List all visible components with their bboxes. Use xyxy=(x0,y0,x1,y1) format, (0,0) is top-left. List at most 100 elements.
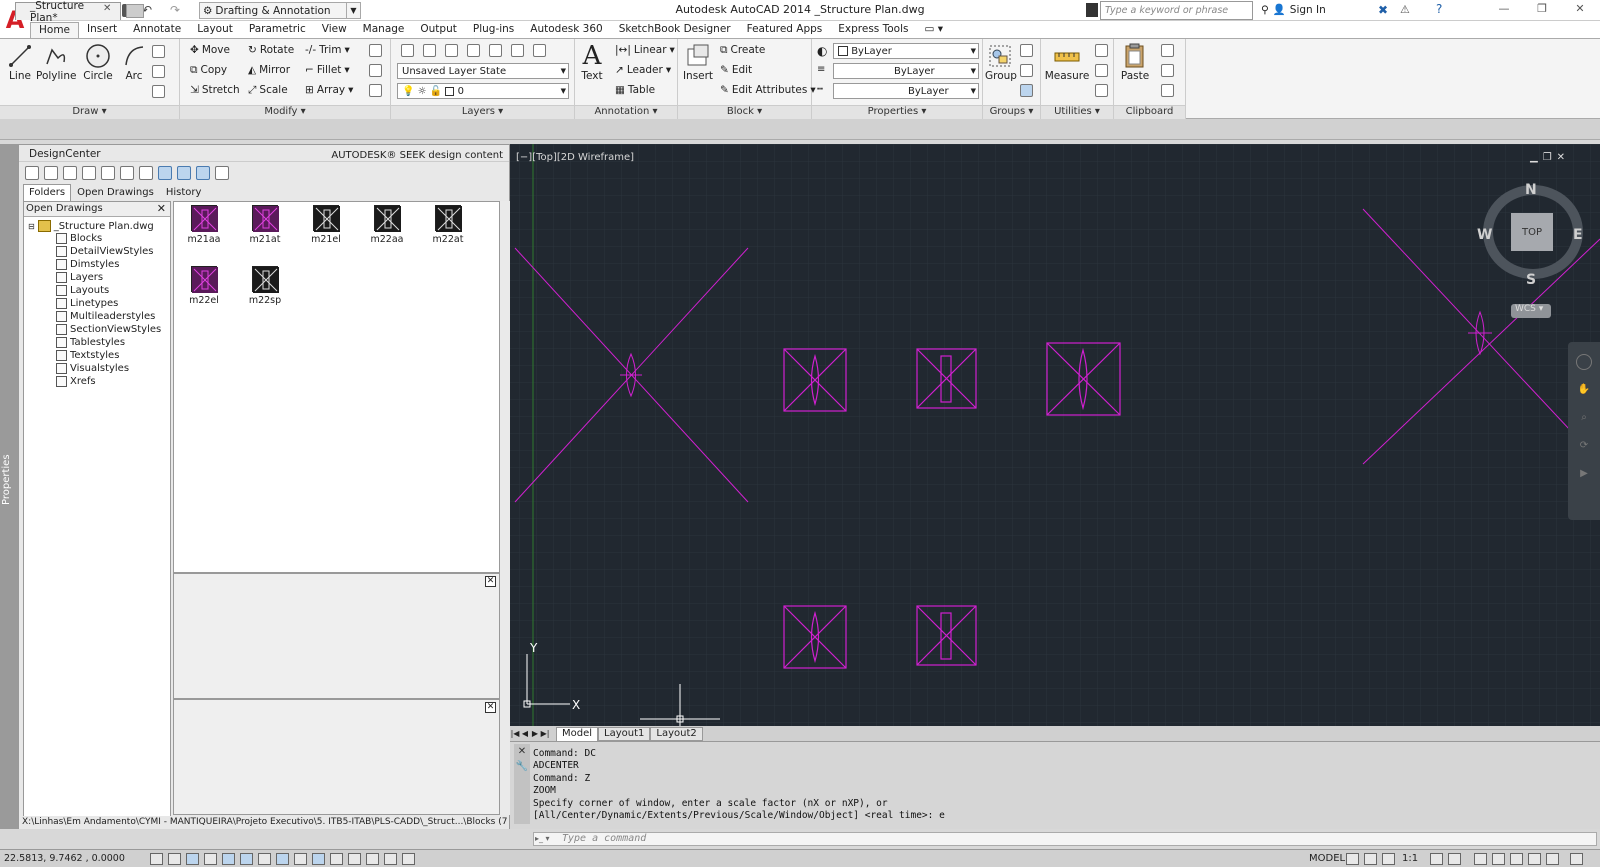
transparency-icon[interactable] xyxy=(348,853,361,865)
tab-history[interactable]: History xyxy=(160,184,208,201)
panel-layers-title[interactable]: Layers ▾ xyxy=(391,105,574,119)
block-thumbnail-m21aa[interactable]: m21aa xyxy=(184,205,224,245)
move-button[interactable]: ✥ Move xyxy=(190,42,230,58)
favorites-icon[interactable] xyxy=(120,166,134,180)
ribbon-tab-parametric[interactable]: Parametric xyxy=(241,22,314,38)
quick-view-drawings-icon[interactable] xyxy=(1364,853,1377,865)
preview-toggle-icon[interactable] xyxy=(177,166,191,180)
create-block-button[interactable]: ⧉ Create xyxy=(720,42,765,58)
ellipse-icon[interactable] xyxy=(152,85,165,98)
tree-item-visualstyles[interactable]: Visualstyles xyxy=(56,363,129,374)
annotation-scale-icon[interactable] xyxy=(1382,853,1395,865)
viewport-close-icon[interactable]: ✕ xyxy=(1557,152,1565,163)
compass-east[interactable]: E xyxy=(1573,227,1583,243)
panel-properties-title[interactable]: Properties ▾ xyxy=(812,105,982,119)
lineweight-toggle-icon[interactable] xyxy=(330,853,343,865)
scale-button[interactable]: ⤢ Scale xyxy=(248,82,288,98)
up-icon[interactable] xyxy=(82,166,96,180)
tree-item-layouts[interactable]: Layouts xyxy=(56,285,109,296)
close-tab-icon[interactable]: ✕ xyxy=(103,3,111,14)
compass-west[interactable]: W xyxy=(1477,227,1492,243)
calculator-icon[interactable] xyxy=(1095,64,1108,77)
ribbon-tab-layout[interactable]: Layout xyxy=(189,22,241,38)
block-thumbnail-m22at[interactable]: m22at xyxy=(428,205,468,245)
block-thumbnail-m21at[interactable]: m21at xyxy=(245,205,285,245)
ribbon-tab-insert[interactable]: Insert xyxy=(79,22,125,38)
group-button[interactable]: Group xyxy=(985,41,1017,82)
navigation-bar[interactable]: ✋ ⌕ ⟳ ▶ xyxy=(1568,342,1600,520)
command-input[interactable]: Type a command xyxy=(533,832,1597,846)
tab-model[interactable]: Model xyxy=(556,726,599,741)
close-icon[interactable]: ✕ xyxy=(514,746,530,757)
quick-select-icon[interactable] xyxy=(1095,44,1108,57)
sign-in-button[interactable]: ⚲ 👤 Sign In xyxy=(1261,3,1326,17)
ortho-mode-icon[interactable] xyxy=(204,853,217,865)
infer-constraints-icon[interactable] xyxy=(150,853,163,865)
tree-item-layers[interactable]: Layers xyxy=(56,272,103,283)
panel-modify-title[interactable]: Modify ▾ xyxy=(180,105,390,119)
workspace-dropdown[interactable]: ⚙ Drafting & Annotation ▼ xyxy=(199,2,361,19)
search-input[interactable]: Type a keyword or phrase xyxy=(1100,1,1253,20)
next-layout-icon[interactable]: ▶ xyxy=(530,729,540,738)
tab-layout1[interactable]: Layout1 xyxy=(598,726,651,741)
viewcube-top-face[interactable]: TOP xyxy=(1511,213,1553,251)
home-icon[interactable] xyxy=(139,166,153,180)
edit-attributes-button[interactable]: ✎ Edit Attributes ▾ xyxy=(720,82,816,98)
lineweight-dropdown[interactable]: ByLayer ▼ xyxy=(833,63,979,79)
tree-view-toggle-icon[interactable] xyxy=(158,166,172,180)
auto-scale-icon[interactable] xyxy=(1448,853,1461,865)
edit-block-button[interactable]: ✎ Edit xyxy=(720,62,752,78)
ribbon-tab-view[interactable]: View xyxy=(314,22,355,38)
close-button[interactable]: ✕ xyxy=(1566,2,1594,18)
collapse-icon[interactable]: ⊟ xyxy=(28,222,35,231)
layer-freeze-icon[interactable] xyxy=(489,44,502,57)
offset-icon[interactable] xyxy=(369,84,382,97)
line-button[interactable]: Line xyxy=(2,41,38,82)
panel-draw-title[interactable]: Draw ▾ xyxy=(0,105,179,119)
3d-object-snap-icon[interactable] xyxy=(258,853,271,865)
text-button[interactable]: A Text xyxy=(577,41,607,82)
back-icon[interactable] xyxy=(44,166,58,180)
status-bar-menu-icon[interactable] xyxy=(1546,853,1559,865)
close-icon[interactable]: ✕ xyxy=(485,702,496,713)
coordinates-readout[interactable]: 22.5813, 9.7462 , 0.0000 xyxy=(4,853,125,864)
command-prompt-icon[interactable]: ▸_ ▾ xyxy=(535,834,550,843)
block-thumbnail-m22aa[interactable]: m22aa xyxy=(367,205,407,245)
object-snap-icon[interactable] xyxy=(240,853,253,865)
stretch-button[interactable]: ⇲ Stretch xyxy=(190,82,240,98)
object-snap-tracking-icon[interactable] xyxy=(276,853,289,865)
wrench-icon[interactable]: 🔧 xyxy=(514,761,530,772)
explode-icon[interactable] xyxy=(369,64,382,77)
layer-previous-icon[interactable] xyxy=(445,44,458,57)
annotation-monitor-icon[interactable] xyxy=(402,853,415,865)
linetype-dropdown[interactable]: ByLayer ▼ xyxy=(833,83,979,99)
tab-folders[interactable]: Folders xyxy=(23,184,72,201)
load-icon[interactable] xyxy=(25,166,39,180)
erase-icon[interactable] xyxy=(369,44,382,57)
layer-off-icon[interactable] xyxy=(511,44,524,57)
group-edit-icon[interactable] xyxy=(1020,64,1033,77)
tree-item-detailviewstyles[interactable]: DetailViewStyles xyxy=(56,246,154,257)
new-tab-button[interactable] xyxy=(126,4,144,18)
leader-button[interactable]: ↗ Leader ▾ xyxy=(615,62,671,78)
ribbon-tab-annotate[interactable]: Annotate xyxy=(125,22,189,38)
ribbon-tab-manage[interactable]: Manage xyxy=(355,22,413,38)
ribbon-tab-plugins[interactable]: Plug-ins xyxy=(465,22,522,38)
views-icon[interactable] xyxy=(215,166,229,180)
zoom-icon[interactable]: ⌕ xyxy=(1577,412,1591,426)
quick-view-layouts-icon[interactable] xyxy=(1346,853,1359,865)
match-clip-icon[interactable] xyxy=(1161,84,1174,97)
copy-clip-icon[interactable] xyxy=(1161,64,1174,77)
autodesk-seek-link[interactable]: AUTODESK® SEEK design content xyxy=(331,150,503,161)
isolate-objects-icon[interactable] xyxy=(1528,853,1541,865)
id-point-icon[interactable] xyxy=(1095,84,1108,97)
array-button[interactable]: ⊞ Array ▾ xyxy=(305,82,353,98)
circle-button[interactable]: Circle xyxy=(80,41,116,82)
ribbon-tab-featured-apps[interactable]: Featured Apps xyxy=(739,22,831,38)
model-space-toggle[interactable]: MODEL xyxy=(1309,853,1345,864)
compass-south[interactable]: S xyxy=(1526,272,1536,288)
ribbon-tab-output[interactable]: Output xyxy=(412,22,464,38)
last-layout-icon[interactable]: ▶| xyxy=(540,729,550,738)
match-properties-icon[interactable]: ◐ xyxy=(817,44,827,58)
tree-item-sectionviewstyles[interactable]: SectionViewStyles xyxy=(56,324,161,335)
